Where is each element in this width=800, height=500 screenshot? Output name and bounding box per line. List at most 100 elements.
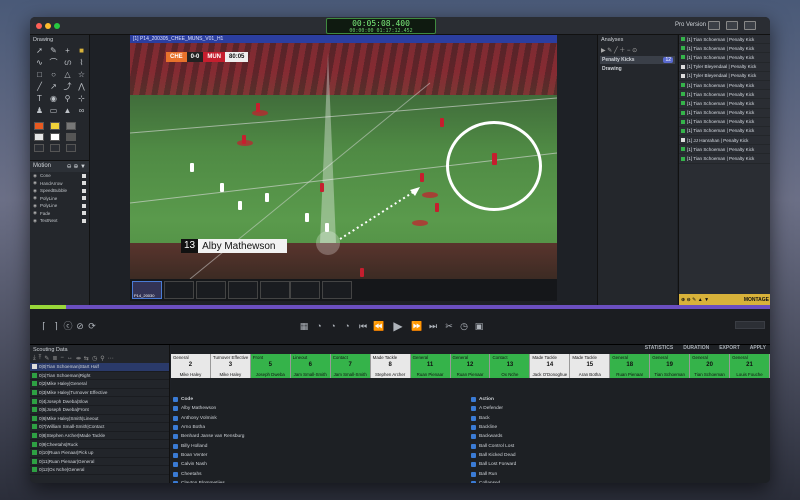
pen-icon[interactable]: ✎ bbox=[48, 46, 59, 56]
orange-swatch[interactable] bbox=[34, 122, 44, 130]
clip-item[interactable]: [1] Tian Schoeman | Penalty Kick bbox=[679, 127, 770, 137]
code-cell[interactable]: General 2 Mike Haley bbox=[171, 354, 211, 378]
motion-item[interactable]: ◉ Fade bbox=[30, 210, 89, 218]
magnify-icon[interactable]: ⚲ bbox=[62, 94, 73, 104]
timer2-icon[interactable]: ◔ bbox=[327, 321, 339, 331]
clip-item[interactable]: [1] Tian Schoeman | Penalty Kick bbox=[679, 53, 770, 63]
motion-item[interactable]: ◉ SpeedBubble bbox=[30, 187, 89, 195]
motion-checkbox[interactable] bbox=[82, 188, 86, 193]
dotted-arrow-icon[interactable]: ⤴ bbox=[62, 82, 73, 92]
scouting-item[interactable]: 0|0|Tian Schoeman|Start Half bbox=[30, 363, 169, 372]
clip-item[interactable]: [1] Tian Schoeman | Penalty Kick bbox=[679, 99, 770, 109]
thumbnail[interactable] bbox=[290, 281, 320, 299]
eye-icon[interactable]: ◉ bbox=[33, 203, 40, 209]
link-icon[interactable]: ∞ bbox=[76, 106, 87, 116]
cut-icon[interactable]: ✂ bbox=[443, 321, 455, 331]
spotlight-icon[interactable]: ◉ bbox=[48, 94, 59, 104]
thumbnail[interactable] bbox=[322, 281, 352, 299]
code-row[interactable]: Boan Venter bbox=[173, 451, 244, 460]
rewind-icon[interactable]: ⏪ bbox=[373, 321, 385, 331]
code-cell[interactable]: Turnover Effective 3 Mike Haley bbox=[210, 354, 251, 378]
edit-icon[interactable]: ✎ bbox=[44, 355, 49, 362]
color-icon[interactable]: ■ bbox=[76, 46, 87, 56]
code-checkbox[interactable] bbox=[173, 397, 178, 403]
motion-checkbox[interactable] bbox=[82, 173, 86, 178]
undo-icon[interactable] bbox=[34, 144, 44, 152]
checkbox[interactable] bbox=[471, 443, 476, 449]
eye-icon[interactable]: ◉ bbox=[33, 195, 40, 201]
eye-icon[interactable]: ◉ bbox=[33, 173, 40, 179]
clip-item[interactable]: [1] JJ Hanrahan | Penalty Kick bbox=[679, 136, 770, 146]
checkbox[interactable] bbox=[173, 443, 178, 449]
duration-button[interactable]: DURATION bbox=[683, 345, 709, 353]
code-row[interactable]: Arno Botha bbox=[173, 423, 244, 432]
star-icon[interactable]: ☆ bbox=[76, 70, 87, 80]
text-icon[interactable]: T bbox=[34, 94, 45, 104]
swap-icon[interactable]: ↔ bbox=[67, 355, 73, 362]
thumbnail[interactable] bbox=[196, 281, 226, 299]
yellow-swatch[interactable] bbox=[50, 122, 60, 130]
code-cell[interactable]: Made Tackle 8 Stephen Archer bbox=[370, 354, 411, 378]
thumbnail[interactable] bbox=[228, 281, 258, 299]
layout-list-icon[interactable] bbox=[726, 21, 738, 30]
clip-item[interactable]: [1] Tian Schoeman | Penalty Kick bbox=[679, 35, 770, 45]
scouting-item[interactable]: 0|5|Joseph Dweba|Front bbox=[30, 406, 169, 415]
stroke-swatch[interactable] bbox=[66, 133, 76, 141]
motion-item[interactable]: ◉ HandArrow bbox=[30, 180, 89, 188]
code-cell[interactable]: General 20 Tian Schoeman bbox=[690, 354, 731, 378]
measure-icon[interactable]: ⊹ bbox=[76, 94, 87, 104]
upload-icon[interactable]: ⤒ bbox=[39, 355, 42, 362]
history-icon[interactable]: ◷ bbox=[92, 355, 97, 362]
zoom-slider[interactable] bbox=[735, 321, 765, 329]
filter-icon[interactable]: ⚲ bbox=[100, 355, 104, 362]
checkbox[interactable] bbox=[173, 462, 178, 468]
layers-icon[interactable]: ≣ bbox=[52, 355, 57, 362]
clip-item[interactable]: [1] Tyler Bleyendaal | Penalty Kick bbox=[679, 63, 770, 72]
calendar-icon[interactable]: ▦ bbox=[298, 321, 310, 331]
action-checkbox[interactable] bbox=[471, 397, 476, 403]
analyses-toolbar-icon[interactable]: ▶ ✎ ╱ ＋ − ⊙ bbox=[598, 44, 677, 55]
code-row[interactable]: Back bbox=[471, 414, 516, 423]
triangle-icon[interactable]: △ bbox=[62, 70, 73, 80]
scouting-item[interactable]: 0|7|William Small-Smith|Contact bbox=[30, 423, 169, 432]
close-icon[interactable] bbox=[36, 23, 42, 29]
speed-icon[interactable]: ⊘ bbox=[74, 321, 86, 331]
video-player[interactable]: CHE 0-0 MUN 80:05 13 Alby Mathewson bbox=[130, 43, 557, 279]
arrow-icon[interactable]: ↗ bbox=[48, 82, 59, 92]
code-cell[interactable]: General 12 Ruan Pienaar bbox=[450, 354, 491, 378]
checkbox[interactable] bbox=[471, 462, 476, 468]
code-row[interactable]: Anthony Volmink bbox=[173, 414, 244, 423]
code-row[interactable]: Alby Mathewson bbox=[173, 404, 244, 413]
plus-icon[interactable]: + bbox=[62, 46, 73, 56]
zone-icon[interactable]: ▭ bbox=[48, 106, 59, 116]
code-cell[interactable]: General 21 Louis Fouche bbox=[730, 354, 770, 378]
thumbnail[interactable] bbox=[164, 281, 194, 299]
line-icon[interactable]: ╱ bbox=[34, 82, 45, 92]
redo-icon[interactable] bbox=[50, 144, 60, 152]
checkbox[interactable] bbox=[471, 471, 476, 477]
code-row[interactable]: Ball Run bbox=[471, 469, 516, 478]
clip-item[interactable]: [1] Tian Schoeman | Penalty Kick bbox=[679, 90, 770, 100]
code-cell[interactable]: General 11 Ruan Pienaar bbox=[410, 354, 451, 378]
checkbox[interactable] bbox=[471, 415, 476, 421]
wave-icon[interactable]: ∿ bbox=[34, 58, 45, 68]
code-row[interactable]: Calvin Nash bbox=[173, 460, 244, 469]
code-row[interactable]: Billy Holland bbox=[173, 441, 244, 450]
code-row[interactable]: Clayton Blommetjies bbox=[173, 479, 244, 483]
thumbnail[interactable] bbox=[260, 281, 290, 299]
code-row[interactable]: A Defender bbox=[471, 404, 516, 413]
motion-item[interactable]: ◉ TextNext bbox=[30, 217, 89, 225]
scouting-item[interactable]: 0|11|Ruan Pienaar|General bbox=[30, 458, 169, 467]
code-cell[interactable]: Made Tackle 14 Jack O'Donoghue bbox=[530, 354, 571, 378]
zoom-icon[interactable] bbox=[54, 23, 60, 29]
code-row[interactable]: Ball Lost Forward bbox=[471, 460, 516, 469]
scouting-item[interactable]: 0|3|Mike Haley|Turnover Effective bbox=[30, 389, 169, 398]
montage-tools-icon[interactable]: ⊕ ⊖ ✎ ▲ ▼ bbox=[681, 297, 709, 303]
motion-checkbox[interactable] bbox=[82, 203, 86, 208]
scouting-item[interactable]: 0|2|Mike Haley|General bbox=[30, 380, 169, 389]
scribble-icon[interactable]: ഗ bbox=[62, 58, 73, 68]
skip-forward-icon[interactable]: ⏭ bbox=[427, 321, 439, 331]
clip-item[interactable]: [1] Tian Schoeman | Penalty Kick bbox=[679, 44, 770, 54]
clip-item[interactable]: [1] Tian Schoeman | Penalty Kick bbox=[679, 154, 770, 164]
code-row[interactable]: Benhard Janse van Rensburg bbox=[173, 432, 244, 441]
